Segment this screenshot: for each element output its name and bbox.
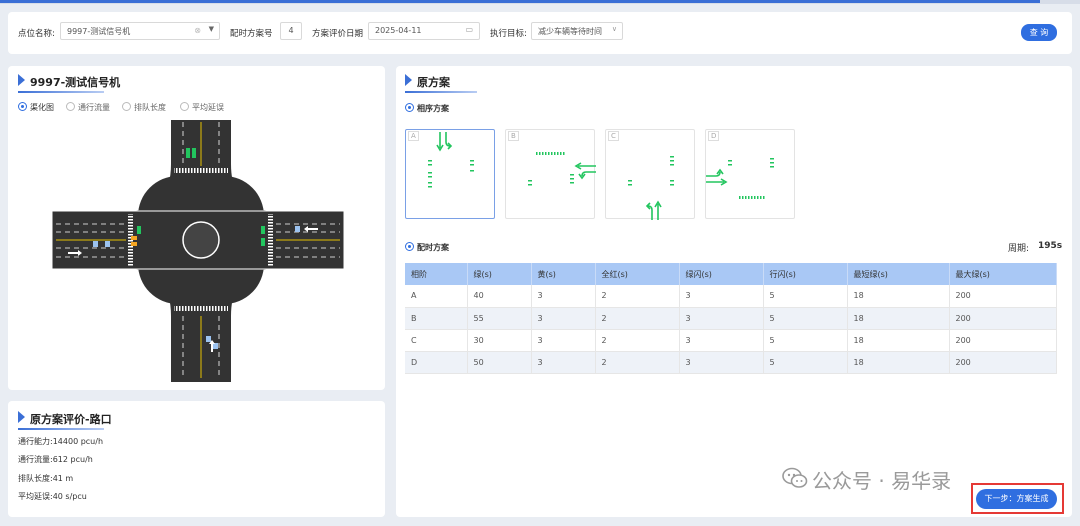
cell: 2: [595, 285, 680, 308]
phase-d-diagram: [706, 158, 774, 199]
col-yellow: 黄(s): [531, 263, 596, 285]
radio-timing-scheme[interactable]: [405, 242, 414, 251]
cell: 3: [531, 307, 596, 330]
cell: 200: [949, 307, 1057, 330]
cell: 18: [847, 307, 950, 330]
top-bar: [0, 0, 1080, 4]
cell: 5: [763, 351, 848, 374]
target-label: 执行目标:: [490, 29, 527, 39]
radio-phase-scheme[interactable]: [405, 103, 414, 112]
cell: 3: [531, 329, 596, 352]
cell: 5: [763, 329, 848, 352]
metric-queue: 排队长度:41 m: [18, 474, 74, 483]
col-green-flash: 绿闪(s): [679, 263, 764, 285]
metric-flow: 通行流量:612 pcu/h: [18, 455, 93, 464]
cell: 200: [949, 329, 1057, 352]
cell: 2: [595, 307, 680, 330]
evaluation-title: 原方案评价-路口: [30, 413, 112, 426]
section-marker-icon: [405, 74, 412, 86]
chevron-down-icon: ∨: [611, 25, 617, 33]
cell: D: [405, 351, 468, 374]
cell: 55: [467, 307, 532, 330]
point-select-value: 9997-测试信号机: [67, 27, 131, 36]
col-all-red: 全红(s): [595, 263, 680, 285]
watermark: 公众号 · 易华录: [812, 469, 952, 493]
clear-icon[interactable]: ⊗: [194, 26, 201, 35]
cell: 18: [847, 285, 950, 308]
query-button[interactable]: 查 询: [1021, 24, 1057, 41]
cell: C: [405, 329, 468, 352]
eval-date-value: 2025-04-11: [375, 26, 422, 35]
intersection-panel: 9997-测试信号机 渠化图 通行流量 排队长度 平均延误: [8, 66, 385, 390]
timing-table: 相阶 绿(s) 黄(s) 全红(s) 绿闪(s) 行闪(s) 最短绿(s) 最大…: [405, 263, 1057, 374]
cell: 3: [679, 351, 764, 374]
table-row: C 30 3 2 3 5 18 200: [405, 329, 1057, 352]
cell: 3: [531, 285, 596, 308]
cycle-value: 195s: [1038, 241, 1063, 251]
evaluation-panel: 原方案评价-路口 通行能力:14400 pcu/h 通行流量:612 pcu/h…: [8, 401, 385, 517]
table-header-row: 相阶 绿(s) 黄(s) 全红(s) 绿闪(s) 行闪(s) 最短绿(s) 最大…: [405, 263, 1057, 285]
eval-date-label: 方案评价日期: [312, 29, 364, 39]
eval-date-input[interactable]: 2025-04-11 ▭: [368, 22, 480, 40]
cell: 3: [679, 307, 764, 330]
top-bar-accent: [0, 0, 1040, 3]
table-row: D 50 3 2 3 5 18 200: [405, 351, 1057, 374]
cell: 5: [763, 285, 848, 308]
title-underline: [405, 91, 477, 93]
cell: 3: [679, 285, 764, 308]
phase-card-c[interactable]: C: [605, 129, 695, 220]
wechat-icon: [782, 467, 808, 488]
phase-a-diagram: [428, 132, 474, 188]
title-underline: [18, 428, 104, 430]
next-step-button[interactable]: 下一步：方案生成: [976, 489, 1057, 509]
point-select[interactable]: 9997-测试信号机 ⊗ ▼: [60, 22, 220, 40]
point-label: 点位名称:: [18, 29, 55, 39]
cell: 50: [467, 351, 532, 374]
cell: B: [405, 307, 468, 330]
cell: 18: [847, 351, 950, 374]
phase-b-diagram: [528, 152, 596, 186]
table-row: B 55 3 2 3 5 18 200: [405, 307, 1057, 330]
cell: 200: [949, 285, 1057, 308]
cell: 18: [847, 329, 950, 352]
cell: A: [405, 285, 468, 308]
calendar-icon: ▭: [465, 25, 473, 34]
cell: 5: [763, 307, 848, 330]
cell: 2: [595, 351, 680, 374]
target-select[interactable]: 减少车辆等待时间 ∨: [531, 22, 623, 40]
col-green: 绿(s): [467, 263, 532, 285]
cell: 3: [679, 329, 764, 352]
metric-delay: 平均延误:40 s/pcu: [18, 492, 87, 501]
phase-card-a[interactable]: A: [405, 129, 495, 219]
phase-card-d[interactable]: D: [705, 129, 795, 219]
phase-c-diagram: [628, 156, 674, 220]
scheme-no-label: 配时方案号: [230, 29, 273, 39]
cell: 40: [467, 285, 532, 308]
metric-capacity: 通行能力:14400 pcu/h: [18, 437, 104, 446]
col-phase: 相阶: [405, 263, 468, 285]
cycle-label: 周期:: [1008, 244, 1030, 254]
col-min-green: 最短绿(s): [847, 263, 950, 285]
col-max-green: 最大绿(s): [949, 263, 1057, 285]
intersection-diagram: [51, 120, 345, 382]
table-row: A 40 3 2 3 5 18 200: [405, 285, 1057, 308]
col-ped-flash: 行闪(s): [763, 263, 848, 285]
cell: 2: [595, 329, 680, 352]
scheme-no-input[interactable]: 4: [280, 22, 302, 40]
filter-bar: 点位名称: 9997-测试信号机 ⊗ ▼ 配时方案号 4 方案评价日期 2025…: [8, 12, 1072, 54]
phase-section-label: 相序方案: [417, 104, 449, 113]
cell: 200: [949, 351, 1057, 374]
cell: 30: [467, 329, 532, 352]
section-marker-icon: [18, 411, 25, 423]
cell: 3: [531, 351, 596, 374]
chevron-down-icon: ▼: [208, 25, 214, 33]
scheme-title: 原方案: [417, 76, 450, 89]
timing-section-label: 配时方案: [417, 243, 449, 252]
phase-card-b[interactable]: B: [505, 129, 596, 219]
target-select-value: 减少车辆等待时间: [538, 27, 602, 36]
